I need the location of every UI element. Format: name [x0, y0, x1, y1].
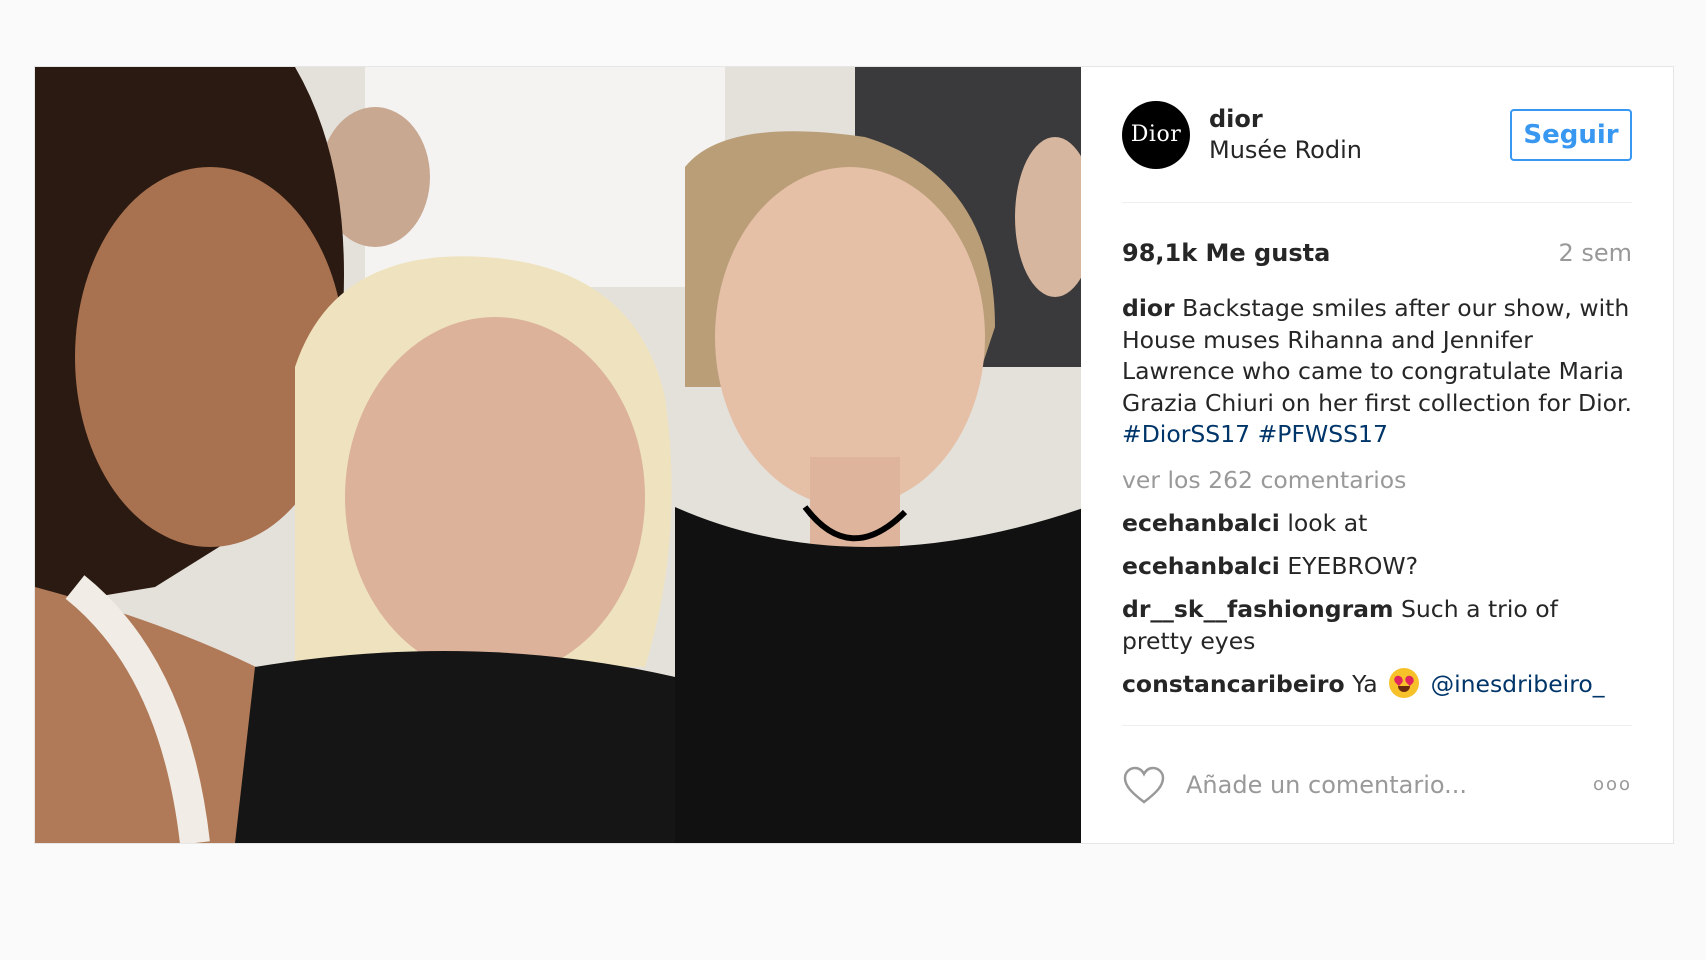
caption: dior Backstage smiles after our show, wi…	[1122, 293, 1632, 451]
post-photo[interactable]	[35, 67, 1081, 843]
heart-eyes-emoji-icon	[1389, 667, 1420, 698]
comment-username[interactable]: ecehanbalci	[1122, 552, 1280, 580]
post-sidebar: Dior dior Musée Rodin Seguir 98,1k Me gu…	[1081, 67, 1673, 843]
follow-button[interactable]: Seguir	[1510, 108, 1632, 161]
photo-illustration	[35, 67, 1081, 843]
avatar[interactable]: Dior	[1122, 100, 1190, 169]
post-card: Dior dior Musée Rodin Seguir 98,1k Me gu…	[34, 66, 1674, 844]
more-options-icon[interactable]: ooo	[1593, 774, 1632, 795]
comment-username[interactable]: ecehanbalci	[1122, 509, 1280, 537]
caption-username[interactable]: dior	[1122, 294, 1175, 322]
comment-text: Ya	[1344, 669, 1386, 698]
comment-username[interactable]: constancaribeiro	[1122, 670, 1345, 698]
hashtag-link[interactable]: #DiorSS17	[1122, 420, 1250, 448]
comment-item: dr__sk__fashiongram Such a trio of prett…	[1122, 593, 1632, 657]
mention-link[interactable]: @inesdribeiro_	[1431, 670, 1605, 698]
comment-input[interactable]: Añade un comentario...	[1186, 771, 1593, 799]
comment-text: look at	[1279, 508, 1368, 537]
comment-text: EYEBROW?	[1279, 551, 1419, 580]
comment-username[interactable]: dr__sk__fashiongram	[1122, 595, 1394, 623]
username-link[interactable]: dior	[1209, 104, 1510, 134]
likes-count[interactable]: 98,1k Me gusta	[1122, 239, 1330, 267]
post-age[interactable]: 2 sem	[1558, 239, 1632, 267]
heart-icon[interactable]	[1122, 765, 1166, 805]
post-stats: 98,1k Me gusta 2 sem	[1122, 237, 1632, 269]
location-link[interactable]: Musée Rodin	[1209, 134, 1510, 166]
caption-text: Backstage smiles after our show, with Ho…	[1122, 294, 1632, 417]
user-info: dior Musée Rodin	[1209, 104, 1510, 166]
comment-item: ecehanbalci look at	[1122, 507, 1632, 539]
post-header: Dior dior Musée Rodin Seguir	[1122, 67, 1632, 203]
comment-item: constancaribeiro Ya @inesdribeiro_	[1122, 667, 1632, 700]
hashtag-link[interactable]: #PFWSS17	[1258, 420, 1388, 448]
comment-item: ecehanbalci EYEBROW?	[1122, 550, 1632, 582]
comment-bar: Añade un comentario... ooo	[1122, 725, 1632, 843]
view-all-comments-link[interactable]: ver los 262 comentarios	[1122, 464, 1632, 496]
